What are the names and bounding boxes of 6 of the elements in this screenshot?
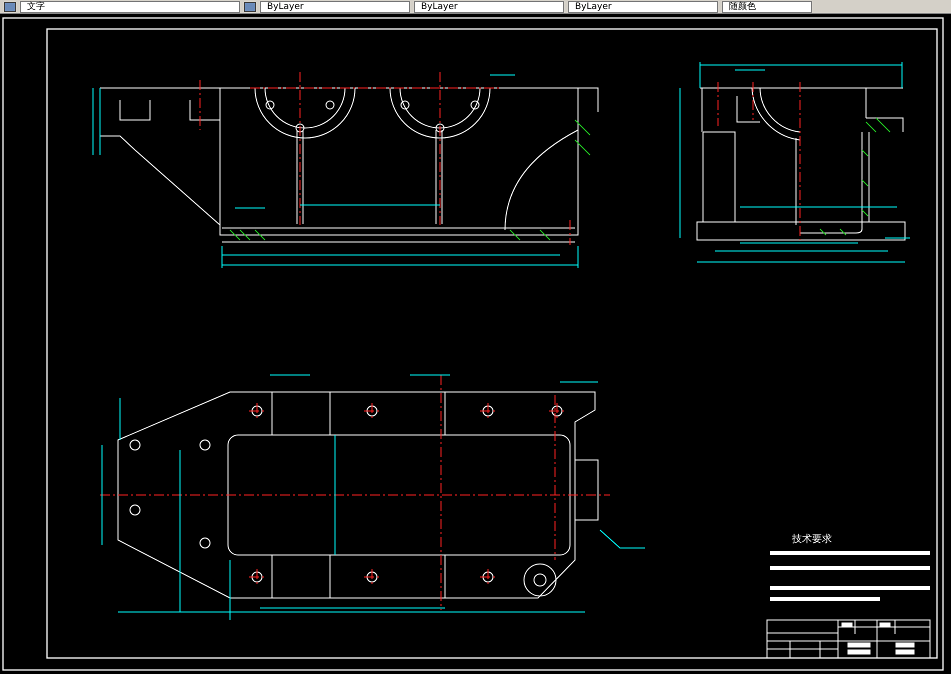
text-style-dropdown[interactable]: 文字 [20, 0, 240, 12]
notes-title: 技术要求 [792, 534, 832, 545]
property-dropdown[interactable]: ByLayer [260, 0, 410, 12]
property-dropdown[interactable]: ByLayer [414, 0, 564, 12]
property-dropdown[interactable]: ByLayer [568, 0, 718, 12]
plot-style-dropdown[interactable]: 随颜色 [722, 0, 812, 12]
